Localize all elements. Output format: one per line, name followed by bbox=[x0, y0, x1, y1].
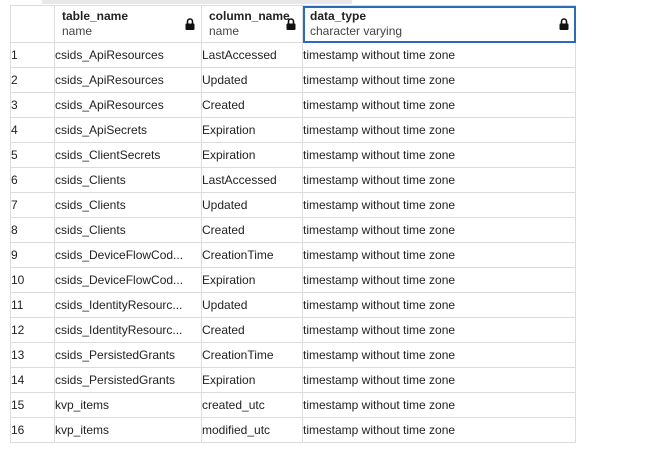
table-row[interactable]: 5 csids_ClientSecrets Expiration timestamp … bbox=[10, 142, 576, 168]
cell-table-name[interactable]: csids_Clients bbox=[54, 192, 202, 218]
row-number[interactable]: 5 bbox=[10, 142, 55, 168]
cell-column-name[interactable]: Created bbox=[201, 317, 303, 343]
column-header-table-name[interactable]: table_name name bbox=[54, 5, 202, 43]
cell-data-type[interactable]: timestamp without time zone bbox=[302, 42, 576, 68]
cell-table-name[interactable]: csids_ClientSecrets bbox=[54, 142, 202, 168]
row-number[interactable]: 15 bbox=[10, 392, 55, 418]
cell-column-name[interactable]: LastAccessed bbox=[201, 42, 303, 68]
table-row[interactable]: 8 csids_Clients Created timestamp without t… bbox=[10, 217, 576, 243]
cell-data-type[interactable]: timestamp without time zone bbox=[302, 92, 576, 118]
cell-column-name[interactable]: modified_utc bbox=[201, 417, 303, 443]
row-number[interactable]: 13 bbox=[10, 342, 55, 368]
scroll-strip bbox=[42, 0, 352, 4]
table-row[interactable]: 12 csids_IdentityResourc... Created timesta… bbox=[10, 317, 576, 343]
cell-table-name[interactable]: csids_ApiResources bbox=[54, 42, 202, 68]
cell-data-type[interactable]: timestamp without time zone bbox=[302, 392, 576, 418]
table-row[interactable]: 7 csids_Clients Updated timestamp without t… bbox=[10, 192, 576, 218]
cell-table-name[interactable]: csids_IdentityResourc... bbox=[54, 317, 202, 343]
cell-table-name[interactable]: kvp_items bbox=[54, 417, 202, 443]
cell-column-name[interactable]: Created bbox=[201, 217, 303, 243]
table-row[interactable]: 16 kvp_items modified_utc timestamp without… bbox=[10, 417, 576, 443]
cell-table-name[interactable]: csids_ApiResources bbox=[54, 67, 202, 93]
cell-data-type[interactable]: timestamp without time zone bbox=[302, 67, 576, 93]
table-row[interactable]: 1 csids_ApiResources LastAccessed timestamp… bbox=[10, 42, 576, 68]
cell-column-name[interactable]: Updated bbox=[201, 192, 303, 218]
cell-column-name[interactable]: created_utc bbox=[201, 392, 303, 418]
row-number[interactable]: 6 bbox=[10, 167, 55, 193]
cell-data-type[interactable]: timestamp without time zone bbox=[302, 217, 576, 243]
table-row[interactable]: 10 csids_DeviceFlowCod... Expiration timest… bbox=[10, 267, 576, 293]
row-number[interactable]: 4 bbox=[10, 117, 55, 143]
row-number-header[interactable] bbox=[10, 5, 55, 43]
cell-data-type[interactable]: timestamp without time zone bbox=[302, 167, 576, 193]
cell-table-name[interactable]: kvp_items bbox=[54, 392, 202, 418]
cell-column-name[interactable]: Updated bbox=[201, 67, 303, 93]
cell-column-name[interactable]: Expiration bbox=[201, 367, 303, 393]
column-header-column-name[interactable]: column_name name bbox=[201, 5, 303, 43]
table-row[interactable]: 15 kvp_items created_utc timestamp without … bbox=[10, 392, 576, 418]
cell-data-type[interactable]: timestamp without time zone bbox=[302, 117, 576, 143]
lock-icon bbox=[559, 18, 569, 30]
cell-table-name[interactable]: csids_IdentityResourc... bbox=[54, 292, 202, 318]
table-row[interactable]: 13 csids_PersistedGrants CreationTime times… bbox=[10, 342, 576, 368]
cell-table-name[interactable]: csids_Clients bbox=[54, 167, 202, 193]
cell-column-name[interactable]: Expiration bbox=[201, 117, 303, 143]
row-number[interactable]: 2 bbox=[10, 67, 55, 93]
cell-data-type[interactable]: timestamp without time zone bbox=[302, 342, 576, 368]
table-row[interactable]: 3 csids_ApiResources Created timestamp with… bbox=[10, 92, 576, 118]
table-row[interactable]: 2 csids_ApiResources Updated timestamp with… bbox=[10, 67, 576, 93]
cell-data-type[interactable]: timestamp without time zone bbox=[302, 367, 576, 393]
column-name: table_name bbox=[62, 9, 129, 23]
cell-table-name[interactable]: csids_PersistedGrants bbox=[54, 367, 202, 393]
row-number[interactable]: 16 bbox=[10, 417, 55, 443]
cell-table-name[interactable]: csids_DeviceFlowCod... bbox=[54, 267, 202, 293]
column-type: character varying bbox=[310, 24, 403, 38]
column-name: data_type bbox=[310, 9, 367, 23]
cell-data-type[interactable]: timestamp without time zone bbox=[302, 192, 576, 218]
results-grid: table_name name column_name name data_ty… bbox=[10, 5, 576, 443]
column-type: name bbox=[62, 24, 93, 38]
cell-data-type[interactable]: timestamp without time zone bbox=[302, 142, 576, 168]
cell-column-name[interactable]: Expiration bbox=[201, 267, 303, 293]
cell-column-name[interactable]: Created bbox=[201, 92, 303, 118]
cell-table-name[interactable]: csids_ApiSecrets bbox=[54, 117, 202, 143]
cell-table-name[interactable]: csids_PersistedGrants bbox=[54, 342, 202, 368]
cell-column-name[interactable]: CreationTime bbox=[201, 242, 303, 268]
header-row: table_name name column_name name data_ty… bbox=[10, 5, 576, 43]
row-number[interactable]: 14 bbox=[10, 367, 55, 393]
cell-data-type[interactable]: timestamp without time zone bbox=[302, 417, 576, 443]
row-number[interactable]: 3 bbox=[10, 92, 55, 118]
column-header-data-type[interactable]: data_type character varying bbox=[302, 5, 576, 43]
table-row[interactable]: 4 csids_ApiSecrets Expiration timestamp wit… bbox=[10, 117, 576, 143]
table-row[interactable]: 9 csids_DeviceFlowCod... CreationTime times… bbox=[10, 242, 576, 268]
table-row[interactable]: 11 csids_IdentityResourc... Updated timesta… bbox=[10, 292, 576, 318]
lock-icon bbox=[185, 18, 195, 30]
cell-column-name[interactable]: LastAccessed bbox=[201, 167, 303, 193]
cell-column-name[interactable]: Expiration bbox=[201, 142, 303, 168]
cell-table-name[interactable]: csids_Clients bbox=[54, 217, 202, 243]
table-row[interactable]: 14 csids_PersistedGrants Expiration timesta… bbox=[10, 367, 576, 393]
row-number[interactable]: 11 bbox=[10, 292, 55, 318]
cell-column-name[interactable]: Updated bbox=[201, 292, 303, 318]
cell-column-name[interactable]: CreationTime bbox=[201, 342, 303, 368]
row-number[interactable]: 8 bbox=[10, 217, 55, 243]
table-row[interactable]: 6 csids_Clients LastAccessed timestamp with… bbox=[10, 167, 576, 193]
lock-icon bbox=[286, 18, 296, 30]
row-number[interactable]: 10 bbox=[10, 267, 55, 293]
cell-data-type[interactable]: timestamp without time zone bbox=[302, 267, 576, 293]
row-number[interactable]: 9 bbox=[10, 242, 55, 268]
row-number[interactable]: 12 bbox=[10, 317, 55, 343]
cell-data-type[interactable]: timestamp without time zone bbox=[302, 242, 576, 268]
cell-data-type[interactable]: timestamp without time zone bbox=[302, 317, 576, 343]
row-number[interactable]: 1 bbox=[10, 42, 55, 68]
row-number[interactable]: 7 bbox=[10, 192, 55, 218]
cell-table-name[interactable]: csids_DeviceFlowCod... bbox=[54, 242, 202, 268]
cell-data-type[interactable]: timestamp without time zone bbox=[302, 292, 576, 318]
cell-table-name[interactable]: csids_ApiResources bbox=[54, 92, 202, 118]
